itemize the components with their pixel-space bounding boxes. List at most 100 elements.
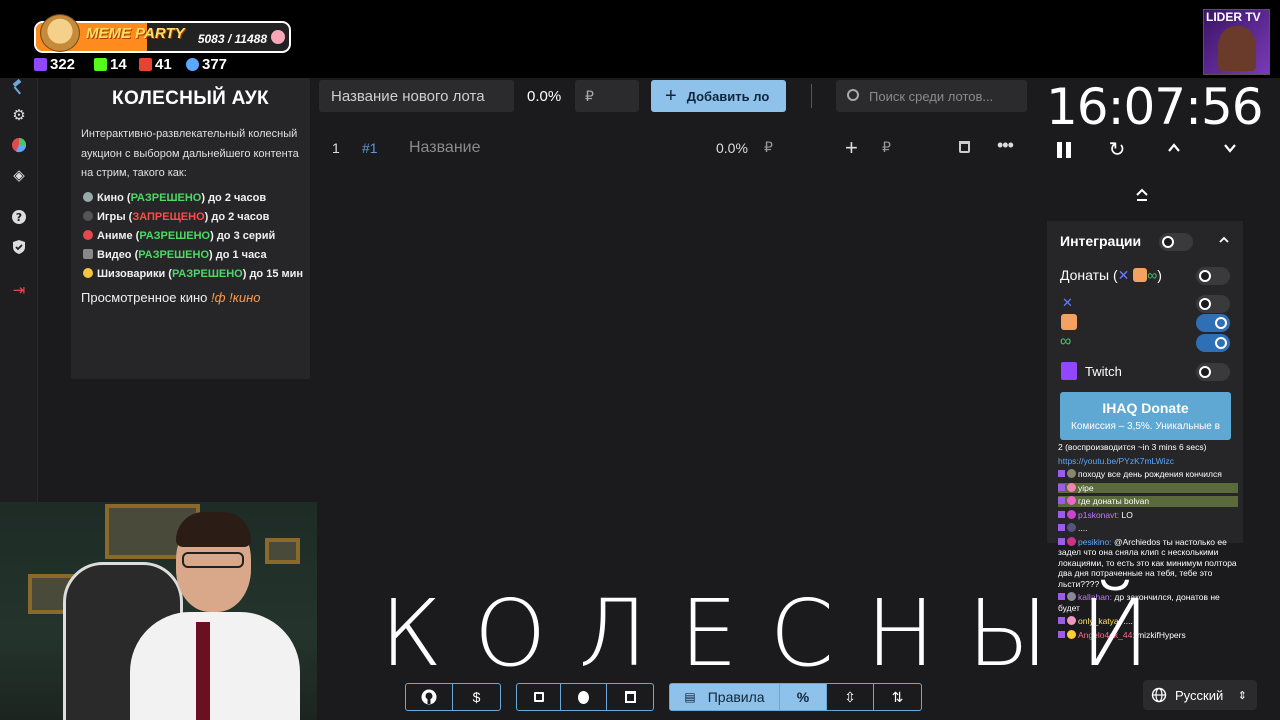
lot-amount-field[interactable]: ₽ — [764, 139, 773, 156]
sort-icon: ⇅ — [891, 688, 904, 705]
rule-status: РАЗРЕШЕНО — [139, 230, 211, 242]
rules-icon: ▤ — [684, 690, 696, 704]
twitch-viewers-stat: 322 — [34, 56, 75, 73]
save-button[interactable] — [517, 684, 561, 710]
ihaq-donate-card[interactable]: IHAQ Donate Комиссия – 3,5%. Уникальные … — [1060, 392, 1231, 440]
chat-message: 2 (воспроизводится ~in 3 mins 6 secs) — [1058, 442, 1238, 453]
rule-limit: ) до 2 часов — [201, 192, 267, 204]
twitch-icon — [1058, 497, 1065, 504]
compact-view-button[interactable]: ⇳ — [827, 684, 874, 710]
auction-title: КОЛЕСНЫЙ АУК — [112, 88, 269, 109]
donatepay-icon — [1133, 268, 1148, 282]
lot-id: #1 — [362, 140, 378, 156]
avatar — [1067, 496, 1076, 505]
select-arrows-icon: ⇕ — [1237, 689, 1247, 702]
chat-message: .... — [1058, 523, 1238, 534]
gear-icon[interactable]: ⚙ — [10, 107, 28, 125]
wheel-icon[interactable] — [10, 137, 28, 155]
donations-toggle[interactable] — [1196, 267, 1230, 285]
donations-label: Донаты (✕ ∞) — [1060, 267, 1162, 284]
rules-label: Правила — [707, 689, 765, 705]
add-amount-button[interactable]: + — [845, 135, 858, 161]
globe-icon — [1151, 687, 1167, 703]
auction-description: Интерактивно-развлекательный колесный ау… — [81, 128, 299, 179]
donate-button[interactable]: $ — [453, 684, 500, 710]
chat-user: p1skonavt: — [1078, 509, 1120, 520]
clear-lots-button[interactable] — [607, 684, 653, 710]
chat-text: где донаты bolvan — [1078, 496, 1150, 506]
rule-limit: ) до 15 мин — [242, 268, 304, 280]
avatar — [1067, 509, 1076, 519]
watched-movies-label: Просмотренное кино — [81, 290, 208, 305]
avatar — [1067, 523, 1076, 532]
x-service-toggle[interactable] — [1196, 295, 1230, 313]
rules-button[interactable]: ▤ Правила — [670, 684, 780, 710]
decrease-time-icon[interactable] — [1217, 137, 1243, 163]
ihaq-donate-title: IHAQ Donate — [1102, 400, 1189, 416]
kick-icon — [94, 58, 107, 71]
new-lot-name-input[interactable]: Название нового лота — [319, 80, 514, 112]
add-lot-button[interactable]: + Добавить ло — [651, 80, 786, 112]
pause-icon[interactable] — [1051, 137, 1077, 163]
chevron-up-icon[interactable] — [1217, 233, 1231, 252]
reset-timer-icon[interactable]: ↻ — [1104, 137, 1130, 163]
twitch-toggle[interactable] — [1196, 363, 1230, 381]
stat-value: 14 — [110, 56, 127, 73]
language-select[interactable]: Русский ⇕ — [1143, 680, 1257, 710]
add-amount-field[interactable]: ₽ — [882, 139, 891, 156]
pig-icon — [271, 30, 285, 44]
auction-hammer-icon[interactable] — [10, 78, 28, 96]
chat-message: yipe — [1058, 482, 1238, 493]
increase-time-icon[interactable] — [1161, 137, 1187, 163]
lot-search-input[interactable]: Поиск среди лотов... — [836, 80, 1027, 112]
rule-name: Видео ( — [97, 249, 139, 261]
stat-value: 377 — [202, 56, 228, 73]
collapse-panel-icon[interactable] — [1133, 186, 1151, 209]
live-icon — [139, 58, 152, 71]
new-lot-amount-input[interactable]: ₽ — [575, 80, 639, 112]
github-button[interactable] — [406, 684, 453, 710]
logout-icon[interactable]: ⇥ — [10, 282, 28, 300]
donatty-icon: ∞ — [1060, 333, 1072, 350]
dollar-icon: $ — [472, 689, 481, 705]
streamer-tie — [196, 622, 210, 720]
help-icon[interactable]: ? — [10, 209, 28, 227]
doge-icon — [40, 14, 80, 52]
integrations-master-toggle[interactable] — [1159, 233, 1193, 251]
donatty-toggle[interactable] — [1196, 334, 1230, 352]
total-viewers-stat: 377 — [186, 56, 227, 73]
rule-item: Видео (РАЗРЕШЕНО) до 1 часа — [83, 249, 267, 261]
layers-icon[interactable]: ◈ — [10, 167, 28, 185]
currency-symbol: ₽ — [585, 88, 594, 104]
chat-message: походу все день рождения кончился — [1058, 469, 1238, 480]
delete-all-icon — [624, 691, 636, 703]
bug-icon — [578, 690, 589, 704]
kick-viewers-stat: 14 — [94, 56, 127, 73]
meme-party-title: MEME PARTY — [86, 25, 185, 42]
twitch-icon — [1061, 362, 1077, 380]
trash-icon[interactable] — [959, 141, 970, 153]
rule-item: Кино (РАЗРЕШЕНО) до 2 часов — [83, 192, 266, 204]
shield-icon[interactable] — [10, 239, 28, 257]
rule-name: Шизоварики ( — [97, 268, 172, 280]
lot-name-field[interactable]: Название — [409, 139, 481, 157]
auction-timer: 16:07:56 — [1046, 78, 1264, 136]
x-service-icon: ✕ — [1117, 267, 1130, 283]
donatepay-toggle[interactable] — [1196, 314, 1230, 332]
add-lot-label: Добавить ло — [686, 88, 770, 104]
more-options-icon[interactable]: ••• — [997, 135, 1014, 156]
svg-text:?: ? — [16, 211, 22, 224]
percent-toggle-button[interactable]: % — [780, 684, 827, 710]
chat-link: https://youtu.be/PYzK7mLWizc — [1058, 455, 1175, 466]
chat-message: где донаты bolvan — [1058, 496, 1238, 507]
channel-logo-face — [1218, 26, 1256, 71]
twitch-icon — [1058, 524, 1065, 531]
rule-status: ЗАПРЕЩЕНО — [132, 211, 205, 223]
sort-button[interactable]: ⇅ — [874, 684, 921, 710]
twitch-label: Twitch — [1085, 364, 1122, 379]
save-icon — [533, 692, 544, 702]
report-bug-button[interactable] — [561, 684, 607, 710]
twitch-icon — [1058, 537, 1065, 545]
avatar — [1067, 536, 1076, 546]
rule-limit: ) до 1 часа — [209, 249, 267, 261]
